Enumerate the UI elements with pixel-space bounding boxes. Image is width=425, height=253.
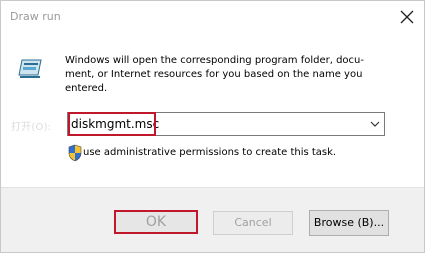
cancel-button[interactable]: Cancel — [213, 211, 293, 235]
admin-permission-text: use administrative permissions to create… — [83, 147, 337, 158]
uac-shield-icon — [68, 144, 82, 162]
ok-button[interactable]: OK — [114, 210, 198, 234]
button-bar: OK Cancel Browse (B)... — [1, 187, 424, 252]
close-button[interactable] — [395, 5, 419, 29]
browse-button[interactable]: Browse (B)... — [309, 210, 389, 236]
close-icon — [400, 10, 414, 24]
input-highlight-box — [68, 112, 156, 136]
chevron-down-icon[interactable] — [370, 120, 380, 128]
run-dialog: Draw run Windows will open the correspon… — [0, 0, 425, 253]
run-app-icon — [18, 59, 42, 78]
window-title: Draw run — [10, 10, 61, 23]
title-bar: Draw run — [1, 1, 424, 31]
dialog-description: Windows will open the corresponding prog… — [65, 55, 364, 94]
open-label: 打开(O): — [11, 122, 52, 133]
